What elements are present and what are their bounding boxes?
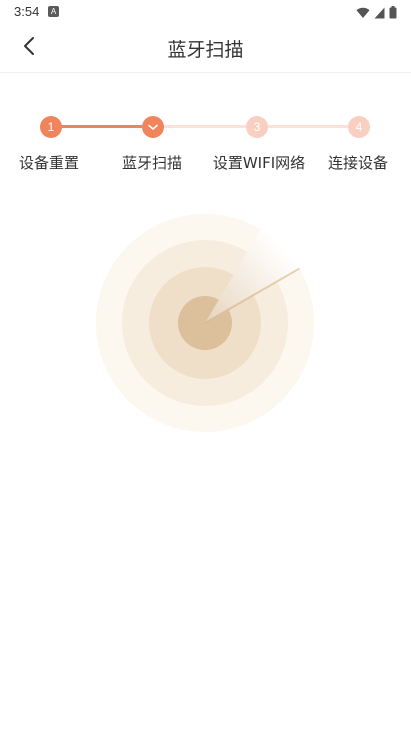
notification-icon: A [48, 6, 59, 17]
step-3-indicator: 3 [246, 116, 268, 138]
step-connector-3 [268, 125, 348, 128]
step-4-indicator: 4 [348, 116, 370, 138]
battery-icon [389, 4, 397, 23]
status-icons [356, 4, 397, 23]
step-1-indicator: 1 [40, 116, 62, 138]
status-bar: 3:54 A [0, 0, 411, 24]
step-2-indicator [142, 116, 164, 138]
step-2-label: 蓝牙扫描 [121, 154, 182, 172]
step-1-label: 设备重置 [18, 154, 79, 172]
setup-steps: 1 3 4 设备重置 蓝牙扫描 设置WIFI网络 连接设备 [0, 108, 411, 178]
signal-icon [374, 4, 385, 23]
wifi-icon [356, 4, 370, 23]
check-icon [147, 121, 159, 135]
scan-radar [95, 213, 315, 433]
app-header: 蓝牙扫描 [0, 24, 411, 73]
status-time: 3:54 [14, 4, 40, 19]
step-4-label: 连接设备 [327, 154, 388, 172]
step-connector-2 [164, 125, 246, 128]
page-title: 蓝牙扫描 [167, 39, 244, 61]
step-3-label: 设置WIFI网络 [212, 154, 306, 172]
step-connector-1 [61, 125, 142, 128]
